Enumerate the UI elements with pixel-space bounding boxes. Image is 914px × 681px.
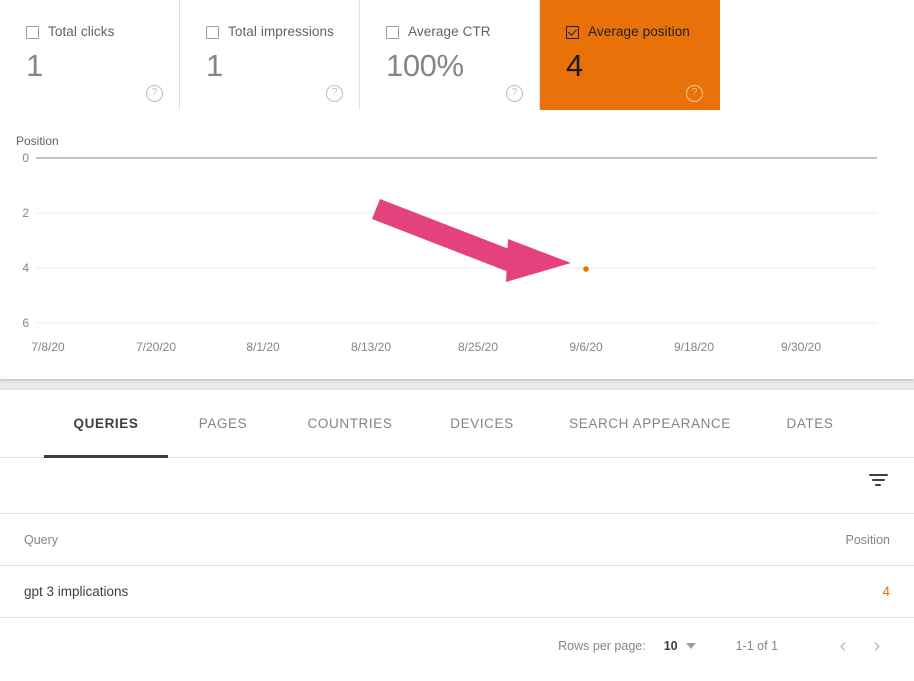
data-point-average-position[interactable] <box>583 266 589 272</box>
x-tick-label-7: 9/30/20 <box>781 340 821 354</box>
y-tick-label-2: 2 <box>22 206 29 220</box>
metric-label: Total impressions <box>228 24 334 39</box>
metric-label: Total clicks <box>48 24 115 39</box>
x-tick-label-4: 8/25/20 <box>458 340 498 354</box>
column-header-query[interactable]: Query <box>24 533 846 547</box>
performance-chart-panel: Total clicks 1 ? Total impressions 1 ? A… <box>0 0 914 379</box>
tab-search-appearance[interactable]: SEARCH APPEARANCE <box>542 390 758 458</box>
tab-devices[interactable]: DEVICES <box>422 390 542 458</box>
rows-per-page-label: Rows per page: <box>558 639 646 653</box>
table-header-row: Query Position <box>0 514 914 566</box>
pagination-bar: Rows per page: 10 1-1 of 1 ‹ › <box>0 618 914 674</box>
cell-position: 4 <box>882 584 890 599</box>
tab-dates[interactable]: DATES <box>758 390 862 458</box>
metric-label: Average CTR <box>408 24 491 39</box>
checkbox-total-clicks[interactable] <box>26 25 39 39</box>
help-icon[interactable]: ? <box>686 85 703 102</box>
metric-value: 4 <box>566 48 583 83</box>
checkbox-total-impressions[interactable] <box>206 25 219 39</box>
filter-icon[interactable] <box>867 474 889 494</box>
x-tick-label-3: 8/13/20 <box>351 340 391 354</box>
metric-cards-row: Total clicks 1 ? Total impressions 1 ? A… <box>0 0 914 110</box>
checkbox-average-position[interactable] <box>566 25 579 39</box>
metric-card-total-impressions[interactable]: Total impressions 1 ? <box>180 0 360 110</box>
tab-countries[interactable]: COUNTRIES <box>278 390 422 458</box>
next-page-button[interactable]: › <box>860 636 894 656</box>
y-tick-label-0: 0 <box>22 151 29 165</box>
cell-query: gpt 3 implications <box>24 584 129 599</box>
help-icon[interactable]: ? <box>146 85 163 102</box>
help-icon[interactable]: ? <box>326 85 343 102</box>
rows-per-page-value[interactable]: 10 <box>664 639 678 653</box>
filter-bar-1 <box>868 474 888 476</box>
metric-row-filler <box>720 0 914 110</box>
x-tick-label-0: 7/8/20 <box>31 340 65 354</box>
metric-label: Average position <box>588 24 690 39</box>
performance-table-panel: QUERIES PAGES COUNTRIES DEVICES SEARCH A… <box>0 390 914 681</box>
metric-header: Average position <box>540 0 719 39</box>
table-row[interactable]: gpt 3 implications 4 <box>0 566 914 618</box>
metric-card-average-position[interactable]: Average position 4 ? <box>540 0 720 110</box>
y-tick-label-6: 6 <box>22 316 29 330</box>
tab-label: COUNTRIES <box>307 416 393 431</box>
metric-header: Average CTR <box>360 0 539 39</box>
x-tick-label-6: 9/18/20 <box>674 340 714 354</box>
metric-value: 1 <box>26 48 43 83</box>
metric-card-total-clicks[interactable]: Total clicks 1 ? <box>0 0 180 110</box>
position-chart[interactable]: Position 0 2 4 6 7/8/20 7/20/20 8/1/20 8… <box>0 110 914 379</box>
tab-label: QUERIES <box>73 416 139 431</box>
checkbox-average-ctr[interactable] <box>386 25 399 39</box>
tab-label: PAGES <box>198 416 248 431</box>
tab-queries[interactable]: QUERIES <box>44 390 168 458</box>
column-header-position[interactable]: Position <box>846 533 890 547</box>
metric-value: 1 <box>206 48 223 83</box>
chevron-down-icon[interactable] <box>685 643 696 649</box>
tab-label: DATES <box>786 416 834 431</box>
filter-bar-2 <box>871 479 885 481</box>
tab-pages[interactable]: PAGES <box>168 390 278 458</box>
dimension-tabs: QUERIES PAGES COUNTRIES DEVICES SEARCH A… <box>0 390 914 458</box>
y-tick-label-4: 4 <box>22 261 29 275</box>
x-tick-label-5: 9/6/20 <box>569 340 603 354</box>
previous-page-button[interactable]: ‹ <box>826 636 860 656</box>
metric-value: 100% <box>386 48 464 83</box>
x-tick-label-2: 8/1/20 <box>246 340 280 354</box>
search-performance-page: Total clicks 1 ? Total impressions 1 ? A… <box>0 0 914 681</box>
tab-label: DEVICES <box>450 416 514 431</box>
tab-label: SEARCH APPEARANCE <box>569 416 731 431</box>
pagination-range: 1-1 of 1 <box>735 639 778 653</box>
help-icon[interactable]: ? <box>506 85 523 102</box>
chart-canvas: 0 2 4 6 7/8/20 7/20/20 8/1/20 8/13/20 8/… <box>22 151 877 354</box>
metric-card-average-ctr[interactable]: Average CTR 100% ? <box>360 0 540 110</box>
filter-bar-3 <box>875 484 881 486</box>
x-tick-label-1: 7/20/20 <box>136 340 176 354</box>
metric-header: Total clicks <box>0 0 179 39</box>
table-toolbar <box>0 458 914 514</box>
metric-header: Total impressions <box>180 0 359 39</box>
